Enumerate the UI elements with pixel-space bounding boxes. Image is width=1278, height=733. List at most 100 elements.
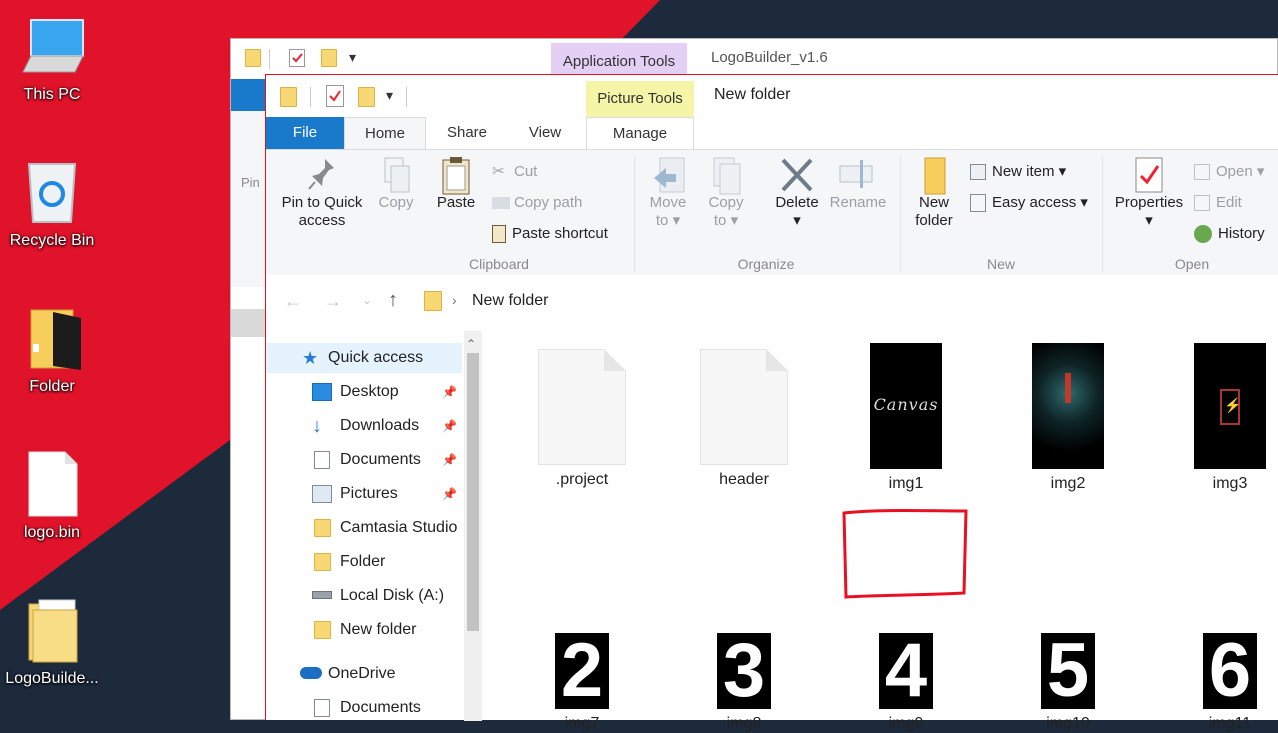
file-name: img3: [1212, 475, 1248, 492]
properties-check-icon[interactable]: [289, 49, 305, 67]
copy-to-button[interactable]: Copy to ▾: [700, 156, 752, 230]
title-bar: ▾ Picture Tools New folder: [266, 75, 1278, 117]
folder-icon: [245, 49, 261, 67]
properties-button[interactable]: Properties ▾: [1108, 156, 1190, 230]
desktop-icon-folder[interactable]: Folder: [0, 304, 104, 396]
properties-check-icon[interactable]: [326, 85, 344, 107]
group-label-open: Open: [1174, 256, 1210, 272]
pin-icon[interactable]: 📌: [442, 377, 457, 407]
file-name: img8: [726, 715, 762, 732]
paste-button[interactable]: Paste: [428, 156, 484, 212]
delete-x-icon: [768, 156, 826, 194]
nav-item-local-disk[interactable]: Local Disk (A:): [266, 581, 462, 611]
picture-tools-context-tab[interactable]: Picture Tools: [586, 81, 694, 117]
file-list: .project header Canvas img1 img2 ⚡ img3: [484, 331, 1278, 732]
open-button[interactable]: Open ▾: [1194, 160, 1264, 184]
file-item-img8[interactable]: 3 img8: [684, 633, 804, 733]
tab-file[interactable]: File: [266, 117, 344, 149]
file-item-img11[interactable]: 6 img11: [1170, 633, 1278, 733]
nav-item-new-folder[interactable]: New folder: [266, 615, 462, 645]
back-arrow-icon[interactable]: ←: [284, 291, 302, 312]
new-folder-icon: [906, 156, 962, 195]
file-item-project[interactable]: .project: [522, 349, 642, 489]
breadcrumb-current[interactable]: New folder: [472, 292, 548, 310]
desktop-icon-recycle-bin[interactable]: Recycle Bin: [0, 158, 104, 250]
rename-button[interactable]: Rename: [828, 156, 888, 212]
pictures-icon: [312, 485, 332, 503]
pin-icon: [274, 156, 370, 194]
paste-shortcut-button[interactable]: Paste shortcut: [492, 222, 608, 246]
image-thumbnail: 5: [1041, 633, 1095, 709]
nav-item-folder[interactable]: Folder: [266, 547, 462, 577]
back-file-tab[interactable]: [231, 79, 267, 111]
copy-path-icon: [492, 197, 510, 210]
desktop-icon-this-pc[interactable]: This PC: [0, 14, 104, 104]
copy-to-icon: [700, 156, 752, 195]
image-thumbnail: Canvas: [870, 343, 942, 469]
nav-item-desktop[interactable]: Desktop 📌: [266, 377, 462, 407]
file-name: img10: [1046, 715, 1090, 732]
nav-item-downloads[interactable]: ↓ Downloads 📌: [266, 411, 462, 441]
file-item-img9[interactable]: 4 img9: [846, 633, 966, 733]
pin-icon[interactable]: 📌: [442, 411, 457, 441]
properties-icon: [1108, 156, 1190, 194]
scroll-up-icon[interactable]: ⌃: [466, 337, 476, 351]
nav-item-onedrive-documents[interactable]: Documents: [266, 693, 462, 723]
cut-button[interactable]: ✂ Cut: [492, 160, 537, 184]
image-thumbnail: [1032, 343, 1104, 469]
file-item-header[interactable]: header: [684, 349, 804, 489]
image-thumbnail: 6: [1203, 633, 1257, 709]
ribbon-tabs: File Home Share View Manage: [266, 117, 1278, 150]
quick-access-dropdown-icon[interactable]: ▾: [386, 87, 393, 104]
file-item-img10[interactable]: 5 img10: [1008, 633, 1128, 733]
tab-share[interactable]: Share: [428, 117, 506, 149]
breadcrumb-chevron-icon[interactable]: ›: [452, 292, 457, 308]
back-title-bar: ▾ Application Tools LogoBuilder_v1.6: [231, 39, 1277, 79]
file-item-img7[interactable]: 2 img7: [522, 633, 642, 733]
nav-scrollbar[interactable]: ⌃: [464, 331, 482, 721]
tab-home[interactable]: Home: [344, 117, 426, 150]
history-icon: [1194, 225, 1212, 244]
move-to-button[interactable]: Move to ▾: [642, 156, 694, 230]
recent-locations-icon[interactable]: ⌄: [362, 293, 372, 307]
address-bar[interactable]: › New folder: [416, 283, 1276, 319]
new-item-button[interactable]: New item ▾: [970, 160, 1066, 184]
forward-arrow-icon[interactable]: →: [324, 291, 342, 312]
desktop-icon-label: This PC: [23, 86, 81, 103]
file-item-img1[interactable]: Canvas img1: [846, 343, 966, 493]
nav-item-quick-access[interactable]: ★ Quick access: [266, 343, 462, 373]
nav-item-documents[interactable]: Documents 📌: [266, 445, 462, 475]
nav-item-camtasia-studio[interactable]: Camtasia Studio: [266, 513, 462, 543]
pin-icon[interactable]: 📌: [442, 445, 457, 475]
file-item-img3[interactable]: ⚡ img3: [1170, 343, 1278, 493]
history-button[interactable]: History: [1194, 222, 1265, 246]
application-tools-context-tab[interactable]: Application Tools: [551, 43, 687, 77]
new-folder-button[interactable]: New folder: [906, 156, 962, 230]
up-arrow-icon[interactable]: ↑: [388, 289, 398, 312]
new-folder-quick-icon[interactable]: [358, 87, 375, 107]
desktop-icon-label: LogoBuilde...: [5, 670, 99, 687]
copy-button[interactable]: Copy: [370, 156, 422, 212]
nav-item-onedrive[interactable]: OneDrive: [266, 659, 462, 689]
star-icon: ★: [302, 348, 319, 368]
pin-to-quick-access-button[interactable]: Pin to Quick access: [274, 156, 370, 230]
scissors-icon: ✂: [492, 163, 505, 180]
edit-button[interactable]: Edit: [1194, 191, 1242, 215]
window-title: New folder: [714, 86, 791, 103]
navigation-pane: ⌃ ★ Quick access Desktop 📌 ↓ Downloads 📌…: [266, 331, 484, 723]
tab-view[interactable]: View: [508, 117, 582, 149]
copy-path-button[interactable]: Copy path: [492, 191, 582, 215]
folder-icon[interactable]: [321, 49, 337, 67]
nav-item-pictures[interactable]: Pictures 📌: [266, 479, 462, 509]
easy-access-button[interactable]: Easy access ▾: [970, 191, 1088, 215]
scrollbar-thumb[interactable]: [467, 353, 479, 631]
tab-manage[interactable]: Manage: [586, 117, 694, 149]
quick-access-dropdown-icon[interactable]: ▾: [349, 49, 356, 66]
desktop-icon-label: Folder: [29, 378, 75, 395]
delete-button[interactable]: Delete ▾: [768, 156, 826, 230]
image-thumbnail: ⚡: [1194, 343, 1266, 469]
desktop-icon-logobuilder[interactable]: LogoBuilde...: [0, 596, 104, 688]
desktop-icon-logo-bin[interactable]: logo.bin: [0, 450, 104, 542]
pin-icon[interactable]: 📌: [442, 479, 457, 509]
file-item-img2[interactable]: img2: [1008, 343, 1128, 493]
